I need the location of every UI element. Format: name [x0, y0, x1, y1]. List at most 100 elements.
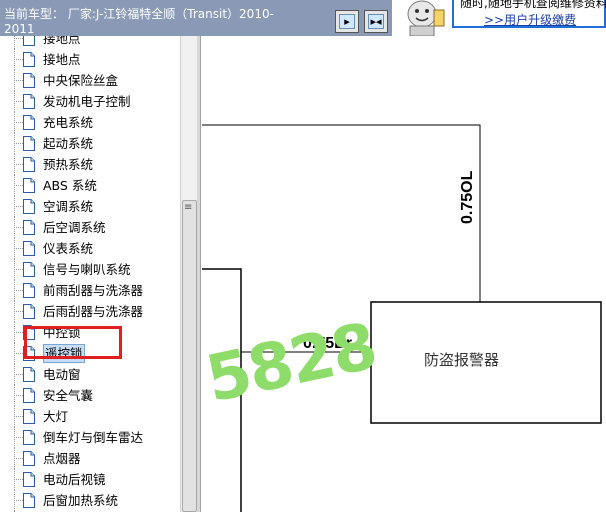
- tree-item-label: 预热系统: [43, 157, 94, 172]
- tree-item[interactable]: 信号与喇叭系统: [0, 259, 180, 280]
- tree-item-label: ABS 系统: [43, 178, 97, 193]
- wiring-diagram: 0.75OL 0.75Br 防盗报警器: [202, 124, 602, 512]
- tree-item-label: 发动机电子控制: [43, 94, 131, 109]
- toggle-panel-button[interactable]: ▸◂: [364, 10, 388, 33]
- tree-connector: [14, 59, 23, 60]
- tree-item-label: 后窗加热系统: [43, 493, 119, 508]
- tree-item-label: 大灯: [43, 409, 69, 424]
- document-icon: [23, 136, 35, 151]
- document-icon: [23, 241, 35, 256]
- tree-connector: [14, 122, 23, 123]
- tree-connector: [14, 185, 23, 186]
- tree-connector: [14, 479, 23, 480]
- tree-connector: [14, 38, 23, 39]
- tree-item[interactable]: 空调系统: [0, 196, 180, 217]
- tree-item[interactable]: 电动后视镜: [0, 469, 180, 490]
- tree-item[interactable]: 大灯: [0, 406, 180, 427]
- document-icon: [23, 472, 35, 487]
- document-icon: [23, 73, 35, 88]
- tree-connector: [14, 332, 23, 333]
- tree-item-label: 后空调系统: [43, 220, 106, 235]
- tree-item[interactable]: 安全气囊: [0, 385, 180, 406]
- tree-item-label: 倒车灯与倒车雷达: [43, 430, 144, 445]
- tree-item[interactable]: 后窗加热系统: [0, 490, 180, 511]
- tree-item-label: 中央保险丝盒: [43, 73, 119, 88]
- tree-item[interactable]: 前雨刮器与洗涤器: [0, 280, 180, 301]
- tree-connector: [14, 458, 23, 459]
- highlight-annotation: [24, 326, 122, 359]
- tree-item-label: 充电系统: [43, 115, 94, 130]
- alarm-module-label: 防盗报警器: [424, 351, 499, 369]
- current-car-model-label: 当前车型： 厂家:J-江铃福特全顺（Transit）2010-2011: [4, 7, 274, 36]
- play-arrow-icon: ▸: [339, 14, 355, 29]
- system-tree: 接地点 接地点 中央保险丝盒 发动机电子控制 充电系统 起动系统 预热系统 ABS 系统 空调系…: [0, 36, 180, 512]
- document-icon: [23, 304, 35, 319]
- document-icon: [23, 493, 35, 508]
- tree-connector: [14, 290, 23, 291]
- tree-item[interactable]: 接地点: [0, 36, 180, 49]
- tree-connector: [14, 437, 23, 438]
- tree-item-label: 后雨刮器与洗涤器: [43, 304, 144, 319]
- tree-item[interactable]: 倒车灯与倒车雷达: [0, 427, 180, 448]
- document-icon: [23, 430, 35, 445]
- tree-connector: [14, 374, 23, 375]
- tree-connector: [14, 227, 23, 228]
- document-icon: [23, 409, 35, 424]
- document-icon: [23, 220, 35, 235]
- tree-item[interactable]: 充电系统: [0, 112, 180, 133]
- tree-item[interactable]: 中央保险丝盒: [0, 70, 180, 91]
- tree-item[interactable]: 点烟器: [0, 448, 180, 469]
- tree-item[interactable]: 电动窗: [0, 364, 180, 385]
- tree-connector: [14, 206, 23, 207]
- tree-connector: [14, 164, 23, 165]
- wire-top: [202, 124, 481, 302]
- tree-item[interactable]: 预热系统: [0, 154, 180, 175]
- header-bar: 当前车型： 厂家:J-江铃福特全顺（Transit）2010-2011 ▸ ▸◂…: [0, 0, 606, 36]
- document-icon: [23, 451, 35, 466]
- grip-icon: ≡: [184, 202, 193, 213]
- tree-item[interactable]: 仪表系统: [0, 238, 180, 259]
- tree-connector: [14, 248, 23, 249]
- tree-item-label: 仪表系统: [43, 241, 94, 256]
- document-icon: [23, 157, 35, 172]
- tree-connector: [14, 353, 23, 354]
- tree-item[interactable]: 起动系统: [0, 133, 180, 154]
- document-icon: [23, 36, 35, 46]
- tree-scrollbar[interactable]: ≡: [180, 36, 197, 512]
- tree-item-label: 电动后视镜: [43, 472, 106, 487]
- tree-item-label: 起动系统: [43, 136, 94, 151]
- tree-item[interactable]: 发动机电子控制: [0, 91, 180, 112]
- next-page-button[interactable]: ▸: [335, 10, 359, 33]
- tree-item[interactable]: 后雨刮器与洗涤器: [0, 301, 180, 322]
- document-icon: [23, 262, 35, 277]
- tree-item-label: 空调系统: [43, 199, 94, 214]
- tree-connector: [14, 143, 23, 144]
- tree-item-label: 前雨刮器与洗涤器: [43, 283, 144, 298]
- tree-item[interactable]: 后空调系统: [0, 217, 180, 238]
- document-icon: [23, 283, 35, 298]
- tree-item[interactable]: 接地点: [0, 49, 180, 70]
- tree-item-label: 接地点: [43, 36, 81, 46]
- scrollbar-thumb[interactable]: [182, 200, 197, 512]
- promo-box: 随时,随地手机查阅维修资料 >>用户升级缴费: [452, 0, 606, 28]
- document-icon: [23, 367, 35, 382]
- document-icon: [23, 115, 35, 130]
- tree-item-label: 接地点: [43, 52, 81, 67]
- split-arrows-icon: ▸◂: [368, 14, 384, 29]
- upgrade-payment-link[interactable]: >>用户升级缴费: [484, 11, 576, 28]
- mascot-logo-icon: [407, 0, 445, 36]
- tree-item-label: 安全气囊: [43, 388, 94, 403]
- tree-connector: [14, 395, 23, 396]
- wire-top-label: 0.75OL: [459, 170, 476, 224]
- tree-item[interactable]: ABS 系统: [0, 175, 180, 196]
- document-icon: [23, 199, 35, 214]
- tree-connector: [14, 500, 23, 501]
- pane-splitter[interactable]: [197, 36, 201, 512]
- document-icon: [23, 94, 35, 109]
- tree-item-label: 电动窗: [43, 367, 81, 382]
- tree-item-label: 点烟器: [43, 451, 81, 466]
- tree-connector: [14, 101, 23, 102]
- tree-item-label: 信号与喇叭系统: [43, 262, 131, 277]
- promo-text: 随时,随地手机查阅维修资料: [460, 0, 606, 10]
- tree-connector: [14, 416, 23, 417]
